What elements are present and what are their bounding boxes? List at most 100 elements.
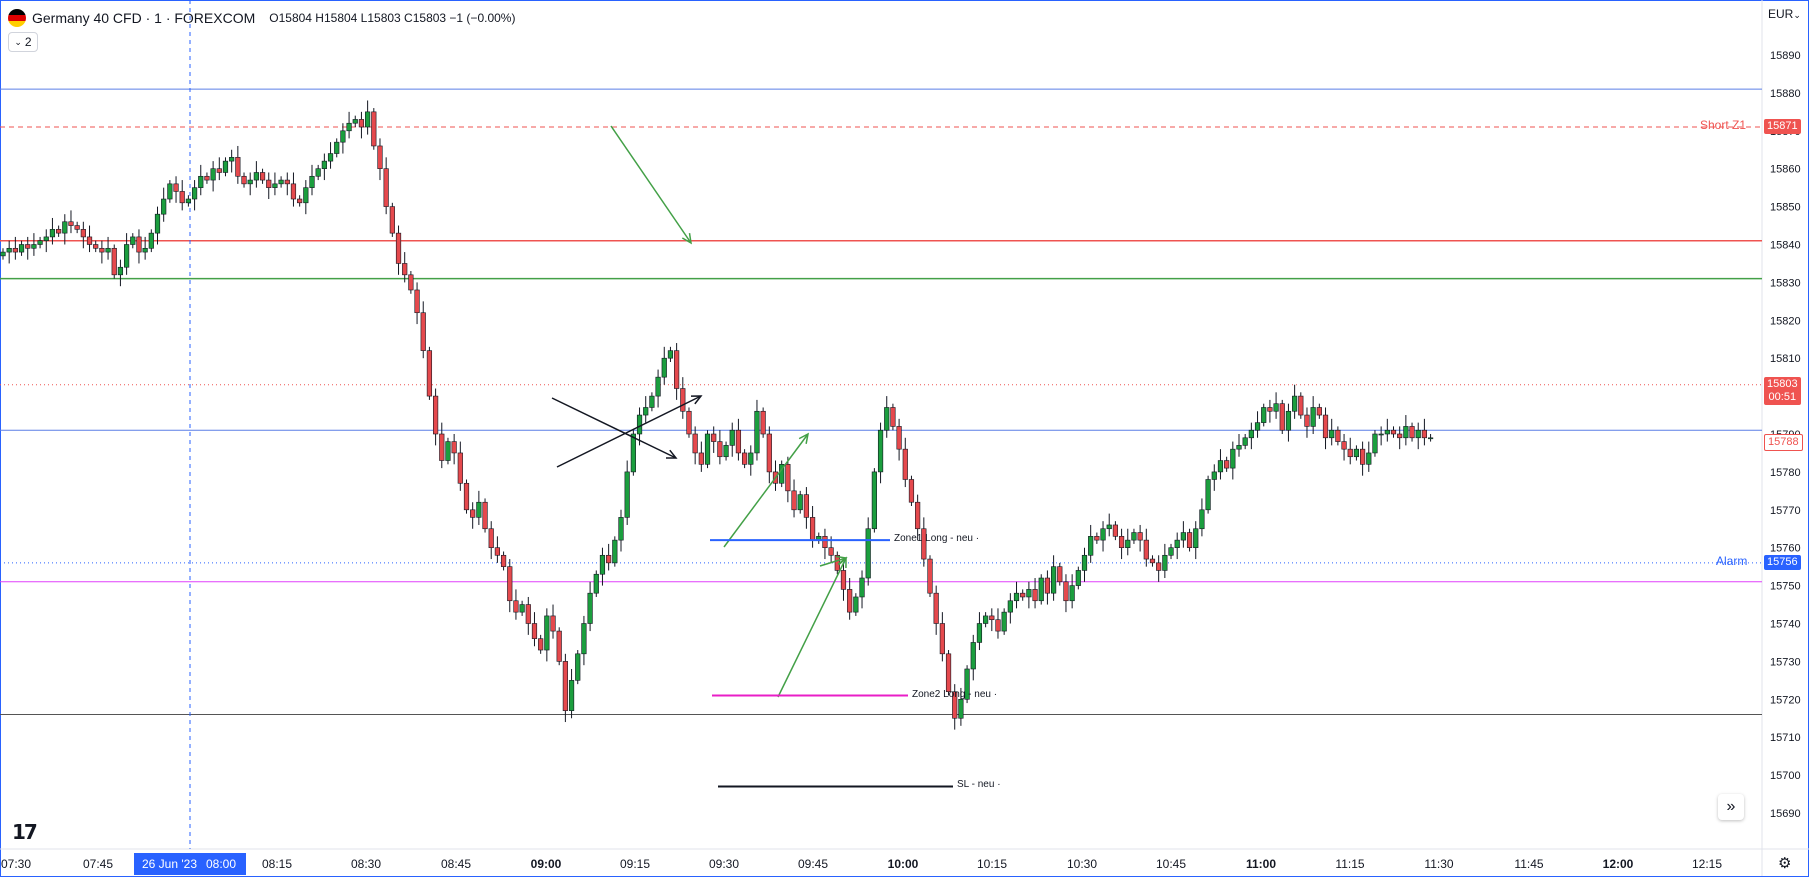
sl-label[interactable]: SL - neu · <box>957 779 1001 790</box>
candle <box>1217 449 1224 480</box>
candle-body <box>1421 429 1427 439</box>
alarm-price: 15756 <box>1767 555 1798 568</box>
candle <box>587 581 593 632</box>
candle-body <box>519 604 525 613</box>
candle-body <box>1193 528 1199 549</box>
candle-body <box>822 536 828 549</box>
candle <box>204 172 210 184</box>
candle-body <box>568 680 575 711</box>
candle <box>80 221 86 249</box>
candle-body <box>173 183 179 192</box>
ohlc-values: O15804 H15804 L15803 C15803 −1 (−0.00%) <box>269 11 516 25</box>
candle <box>1384 418 1390 442</box>
candle <box>544 608 550 662</box>
candle-body <box>1186 532 1193 548</box>
candle <box>334 138 340 158</box>
candle <box>1254 411 1261 438</box>
candle-body <box>958 698 964 719</box>
candle-body <box>1329 429 1335 439</box>
candle-body <box>297 198 303 204</box>
candle-body <box>612 539 618 564</box>
candle <box>185 195 192 207</box>
candle-body <box>1162 554 1168 571</box>
candle <box>550 604 556 639</box>
candle-body <box>1390 429 1397 435</box>
candle <box>229 149 235 173</box>
gear-icon[interactable]: ⚙ <box>1778 854 1791 872</box>
candle-body <box>185 198 192 204</box>
candle <box>309 164 315 196</box>
symbol-title[interactable]: Germany 40 CFD · 1 · FOREXCOM <box>32 10 255 26</box>
candle-body <box>148 232 154 249</box>
time-tick-label: 10:15 <box>977 857 1007 871</box>
candle <box>649 392 655 412</box>
candle-body <box>1180 532 1186 541</box>
candle-body <box>99 247 105 253</box>
price-tick-label: 15780 <box>1770 467 1801 479</box>
candle <box>371 108 377 150</box>
zone1-label[interactable]: Zone1 Long - neu · <box>894 533 979 544</box>
candle <box>500 551 507 571</box>
short-level-tag[interactable]: 15871 <box>1764 119 1801 134</box>
candle-body <box>43 236 49 242</box>
candle-body <box>896 426 902 450</box>
candle <box>321 153 327 181</box>
candle <box>581 615 587 666</box>
price-tick-label: 15740 <box>1770 619 1801 631</box>
legend-toggle-button[interactable]: ⌄ 2 <box>8 32 38 52</box>
candle <box>1199 498 1205 537</box>
scroll-to-realtime-button[interactable]: » <box>1718 794 1744 820</box>
chevron-down-icon: ⌄ <box>14 36 22 47</box>
candle <box>797 490 803 514</box>
candle <box>717 430 723 465</box>
candle-body <box>25 244 31 249</box>
time-tick-label: 08:30 <box>351 857 381 871</box>
tradingview-logo[interactable]: 17 <box>12 820 38 844</box>
candle <box>853 593 859 616</box>
time-axis[interactable]: 26 Jun '23 08:00 07:30 07:45 08:15 08:30 08:45… <box>1 853 1722 875</box>
candle-body <box>130 236 136 245</box>
candle-body <box>346 122 352 132</box>
candle <box>1143 528 1149 567</box>
candle-body <box>1032 589 1038 602</box>
candle-body <box>655 376 661 397</box>
alarm-price-tag[interactable]: 15756 <box>1764 554 1801 570</box>
candle-body <box>871 471 877 530</box>
candle-body <box>717 441 723 458</box>
candle <box>1261 403 1267 427</box>
candle <box>111 244 117 279</box>
candle <box>68 210 74 234</box>
candle-body <box>1137 532 1143 541</box>
candle <box>259 168 266 184</box>
zone2-label[interactable]: Zone2 Long - neu · <box>912 689 997 700</box>
candle-body <box>1236 445 1242 450</box>
candle <box>1131 528 1137 544</box>
candle <box>1106 513 1112 537</box>
candle <box>414 282 420 325</box>
price-tick-label: 15690 <box>1770 808 1801 820</box>
candle <box>1310 396 1316 434</box>
candle-body <box>56 229 62 234</box>
currency-selector[interactable]: EUR⌄ <box>1768 7 1801 21</box>
candle <box>1366 441 1372 472</box>
candle <box>383 157 389 215</box>
price-chart[interactable]: 15690 15700 15710 15720 15730 15740 15750 15760… <box>0 0 1811 879</box>
candle-body <box>791 490 797 511</box>
candle <box>420 301 426 359</box>
candle-body <box>1149 558 1156 564</box>
candle <box>908 475 915 507</box>
candle-body <box>593 573 599 594</box>
candle-body <box>1118 536 1125 549</box>
candle <box>346 111 352 139</box>
candle <box>933 585 939 635</box>
candle-body <box>74 225 80 230</box>
candle <box>896 418 902 461</box>
candle <box>859 570 865 609</box>
candle-body <box>18 244 25 253</box>
candle-body <box>470 509 476 518</box>
candle-body <box>1094 536 1100 541</box>
candle-body <box>908 479 915 503</box>
candle-body <box>86 236 93 245</box>
candle-body <box>939 623 945 655</box>
candle <box>556 627 562 666</box>
